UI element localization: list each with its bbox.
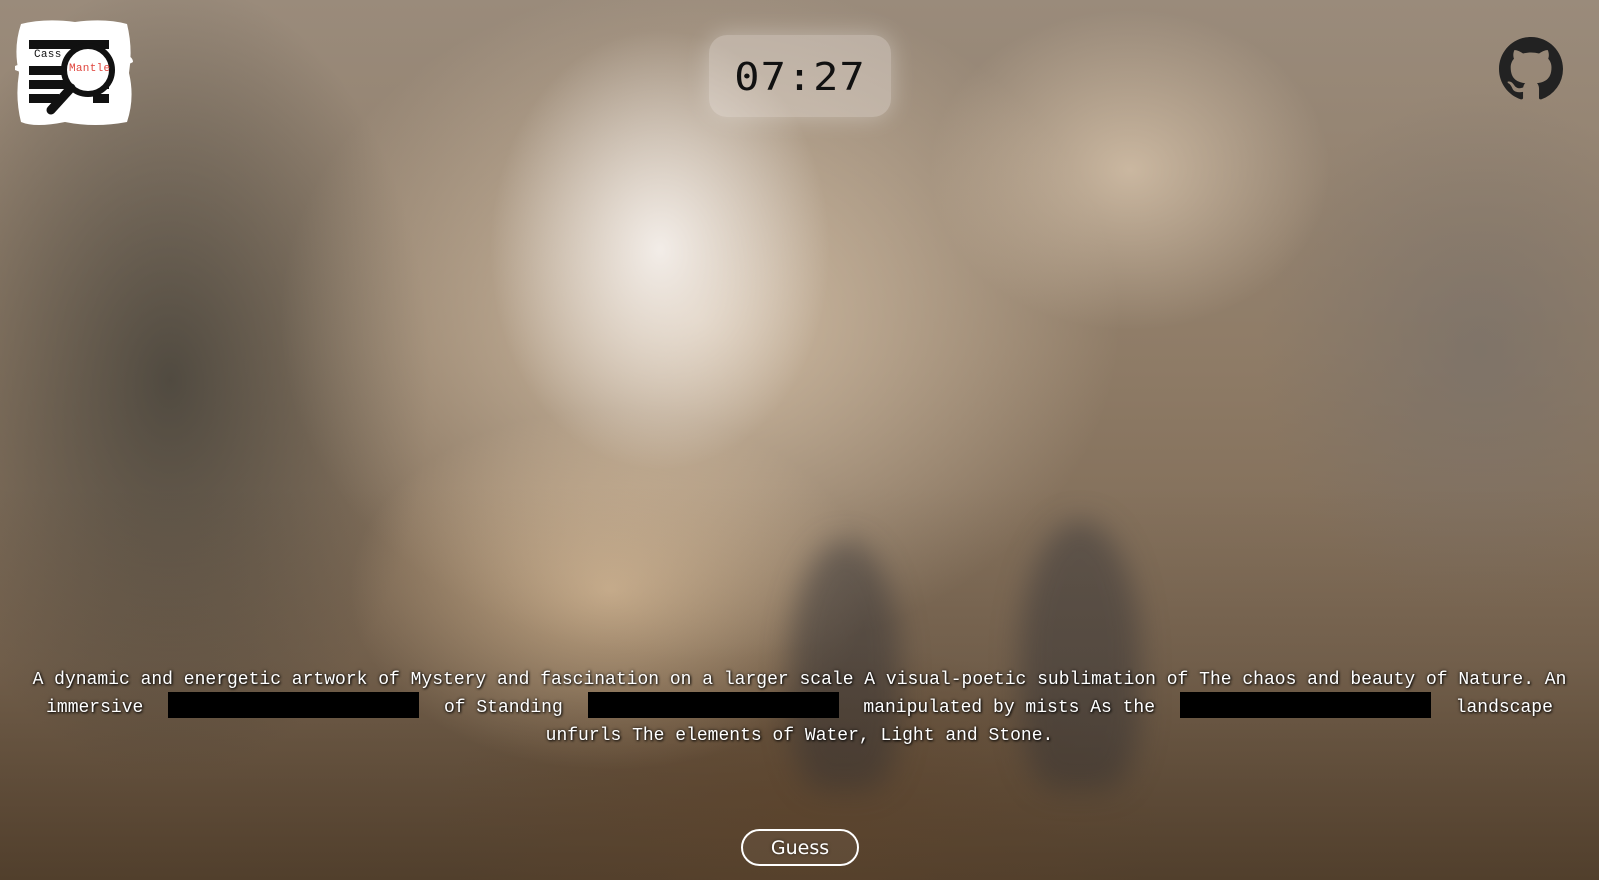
logo-text-cass: Cass [34, 49, 62, 61]
countdown-timer: 07:27 [709, 35, 891, 117]
cass-mantle-logo[interactable]: Cass Mantle [15, 18, 133, 128]
redacted-word-2 [587, 692, 839, 719]
redacted-word-3 [1179, 692, 1431, 719]
redacted-word-1 [168, 692, 420, 719]
github-link[interactable] [1499, 37, 1563, 101]
github-icon [1499, 37, 1563, 100]
art-description-passage: A dynamic and energetic artwork of Myste… [8, 666, 1591, 750]
timer-text: 07:27 [734, 53, 866, 99]
guess-button[interactable]: Guess [741, 829, 859, 866]
passage-text-2: of Standing [443, 698, 563, 718]
passage-text-3: manipulated by mists As the [863, 698, 1156, 718]
logo-text-mantle: Mantle [69, 63, 111, 75]
